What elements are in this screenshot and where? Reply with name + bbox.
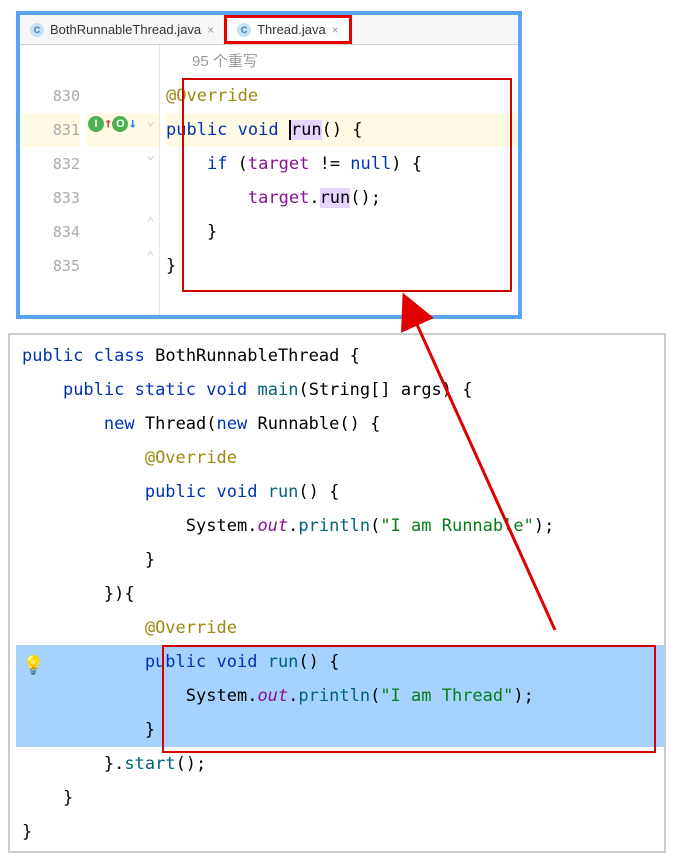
tab-label: BothRunnableThread.java (50, 22, 201, 37)
bothrunnablethread-editor-panel: 💡 public class BothRunnableThread { publ… (8, 333, 666, 853)
code-line[interactable]: public void run() { (166, 113, 518, 147)
code-line[interactable]: @Override (16, 441, 664, 475)
code-line[interactable]: public class BothRunnableThread { (16, 339, 664, 373)
overridden-marker-icon[interactable]: O (112, 116, 128, 132)
code-line[interactable]: public void run() { (16, 645, 664, 679)
code-line[interactable]: @Override (16, 611, 664, 645)
line-number: 832 (20, 147, 80, 181)
arrow-down-icon: ↓ (128, 116, 136, 132)
code-area-top[interactable]: 95 个重写 @Override public void run() { if … (160, 45, 518, 315)
code-line[interactable]: } (16, 713, 664, 747)
close-icon[interactable]: × (332, 23, 339, 37)
code-line[interactable]: } (166, 249, 518, 283)
java-class-icon: C (237, 23, 251, 37)
code-line[interactable]: System.out.println("I am Runnable"); (16, 509, 664, 543)
line-number: 834 (20, 215, 80, 249)
fold-end-icon[interactable]: ⌃ (142, 249, 159, 265)
code-editor-bottom[interactable]: 💡 public class BothRunnableThread { publ… (10, 335, 664, 851)
code-line[interactable]: public static void main(String[] args) { (16, 373, 664, 407)
code-line[interactable]: } (16, 781, 664, 815)
tab-bothrunnablethread[interactable]: C BothRunnableThread.java × (20, 15, 224, 44)
fold-end-icon[interactable]: ⌃ (142, 215, 159, 231)
code-line[interactable]: } (166, 215, 518, 249)
bottom-gutter: 💡 (10, 335, 50, 851)
code-editor-top[interactable]: 830 831 832 833 834 835 I↑O↓ ⌄ ⌄ ⌃ ⌃ 95 … (20, 45, 518, 315)
thread-java-editor-panel: C BothRunnableThread.java × C Thread.jav… (16, 11, 522, 319)
line-number: 835 (20, 249, 80, 283)
code-line[interactable]: if (target != null) { (166, 147, 518, 181)
marker-column: I↑O↓ (86, 45, 142, 315)
code-line[interactable]: target.run(); (166, 181, 518, 215)
override-hint[interactable]: 95 个重写 (166, 45, 518, 79)
intention-bulb-icon[interactable]: 💡 (22, 649, 44, 683)
line-gutter: 830 831 832 833 834 835 (20, 45, 86, 315)
tab-label: Thread.java (257, 22, 326, 37)
code-line[interactable]: } (16, 543, 664, 577)
code-line[interactable]: } (16, 815, 664, 849)
code-line[interactable]: public void run() { (16, 475, 664, 509)
code-line[interactable]: @Override (166, 79, 518, 113)
java-class-icon: C (30, 23, 44, 37)
code-line[interactable]: new Thread(new Runnable() { (16, 407, 664, 441)
fold-region-icon[interactable]: ⌄ (142, 113, 159, 129)
arrow-up-icon: ↑ (104, 116, 112, 132)
fold-column: ⌄ ⌄ ⌃ ⌃ (142, 45, 160, 315)
code-line[interactable]: }){ (16, 577, 664, 611)
line-number: 831 (20, 113, 80, 147)
code-area-bottom[interactable]: public class BothRunnableThread { public… (10, 339, 664, 849)
code-line[interactable]: System.out.println("I am Thread"); (16, 679, 664, 713)
implements-marker-icon[interactable]: I (88, 116, 104, 132)
line-number: 830 (20, 79, 80, 113)
code-line[interactable]: }.start(); (16, 747, 664, 781)
editor-tabs: C BothRunnableThread.java × C Thread.jav… (20, 15, 518, 45)
fold-region-icon[interactable]: ⌄ (142, 147, 159, 163)
close-icon[interactable]: × (207, 23, 214, 37)
tab-thread[interactable]: C Thread.java × (224, 15, 352, 44)
line-number: 833 (20, 181, 80, 215)
